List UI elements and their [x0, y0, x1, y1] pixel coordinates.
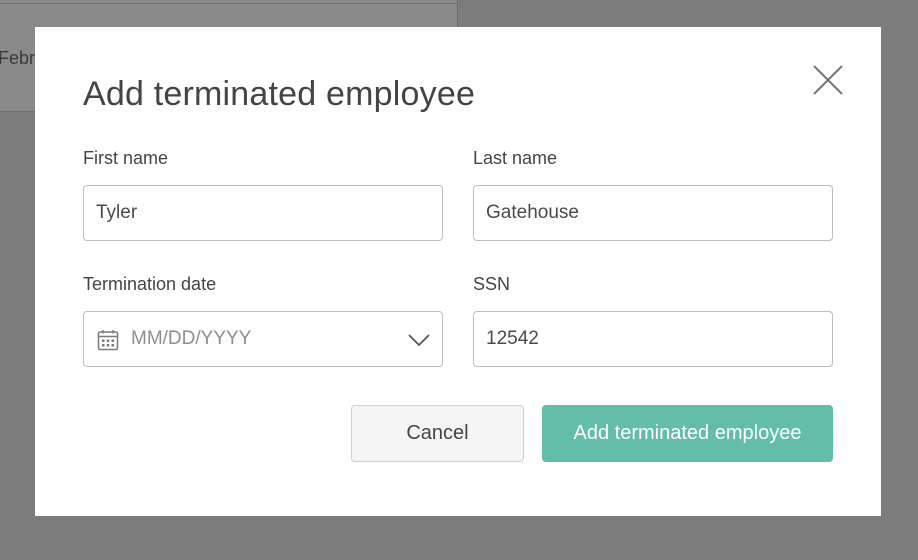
modal-title: Add terminated employee — [83, 75, 476, 113]
chevron-down-icon[interactable] — [407, 330, 431, 350]
last-name-field[interactable] — [473, 185, 833, 241]
termination-date-label: Termination date — [83, 274, 217, 294]
termination-date-input[interactable] — [131, 312, 391, 366]
cancel-button[interactable]: Cancel — [351, 405, 524, 462]
calendar-icon — [97, 330, 119, 351]
background-partial-text: Febr — [0, 48, 36, 68]
add-terminated-employee-modal: Add terminated employee First name Last … — [35, 27, 881, 516]
first-name-label: First name — [83, 148, 169, 168]
ssn-label: SSN — [473, 274, 511, 294]
add-terminated-employee-button[interactable]: Add terminated employee — [542, 405, 833, 462]
first-name-input[interactable] — [96, 186, 426, 240]
close-icon[interactable] — [811, 63, 845, 97]
last-name-label: Last name — [473, 148, 558, 168]
termination-date-field[interactable] — [83, 311, 443, 367]
first-name-field[interactable] — [83, 185, 443, 241]
close-icon-glyph — [813, 65, 843, 95]
background-divider — [0, 3, 458, 4]
last-name-input[interactable] — [486, 186, 816, 240]
ssn-field[interactable] — [473, 311, 833, 367]
ssn-input[interactable] — [486, 312, 816, 366]
